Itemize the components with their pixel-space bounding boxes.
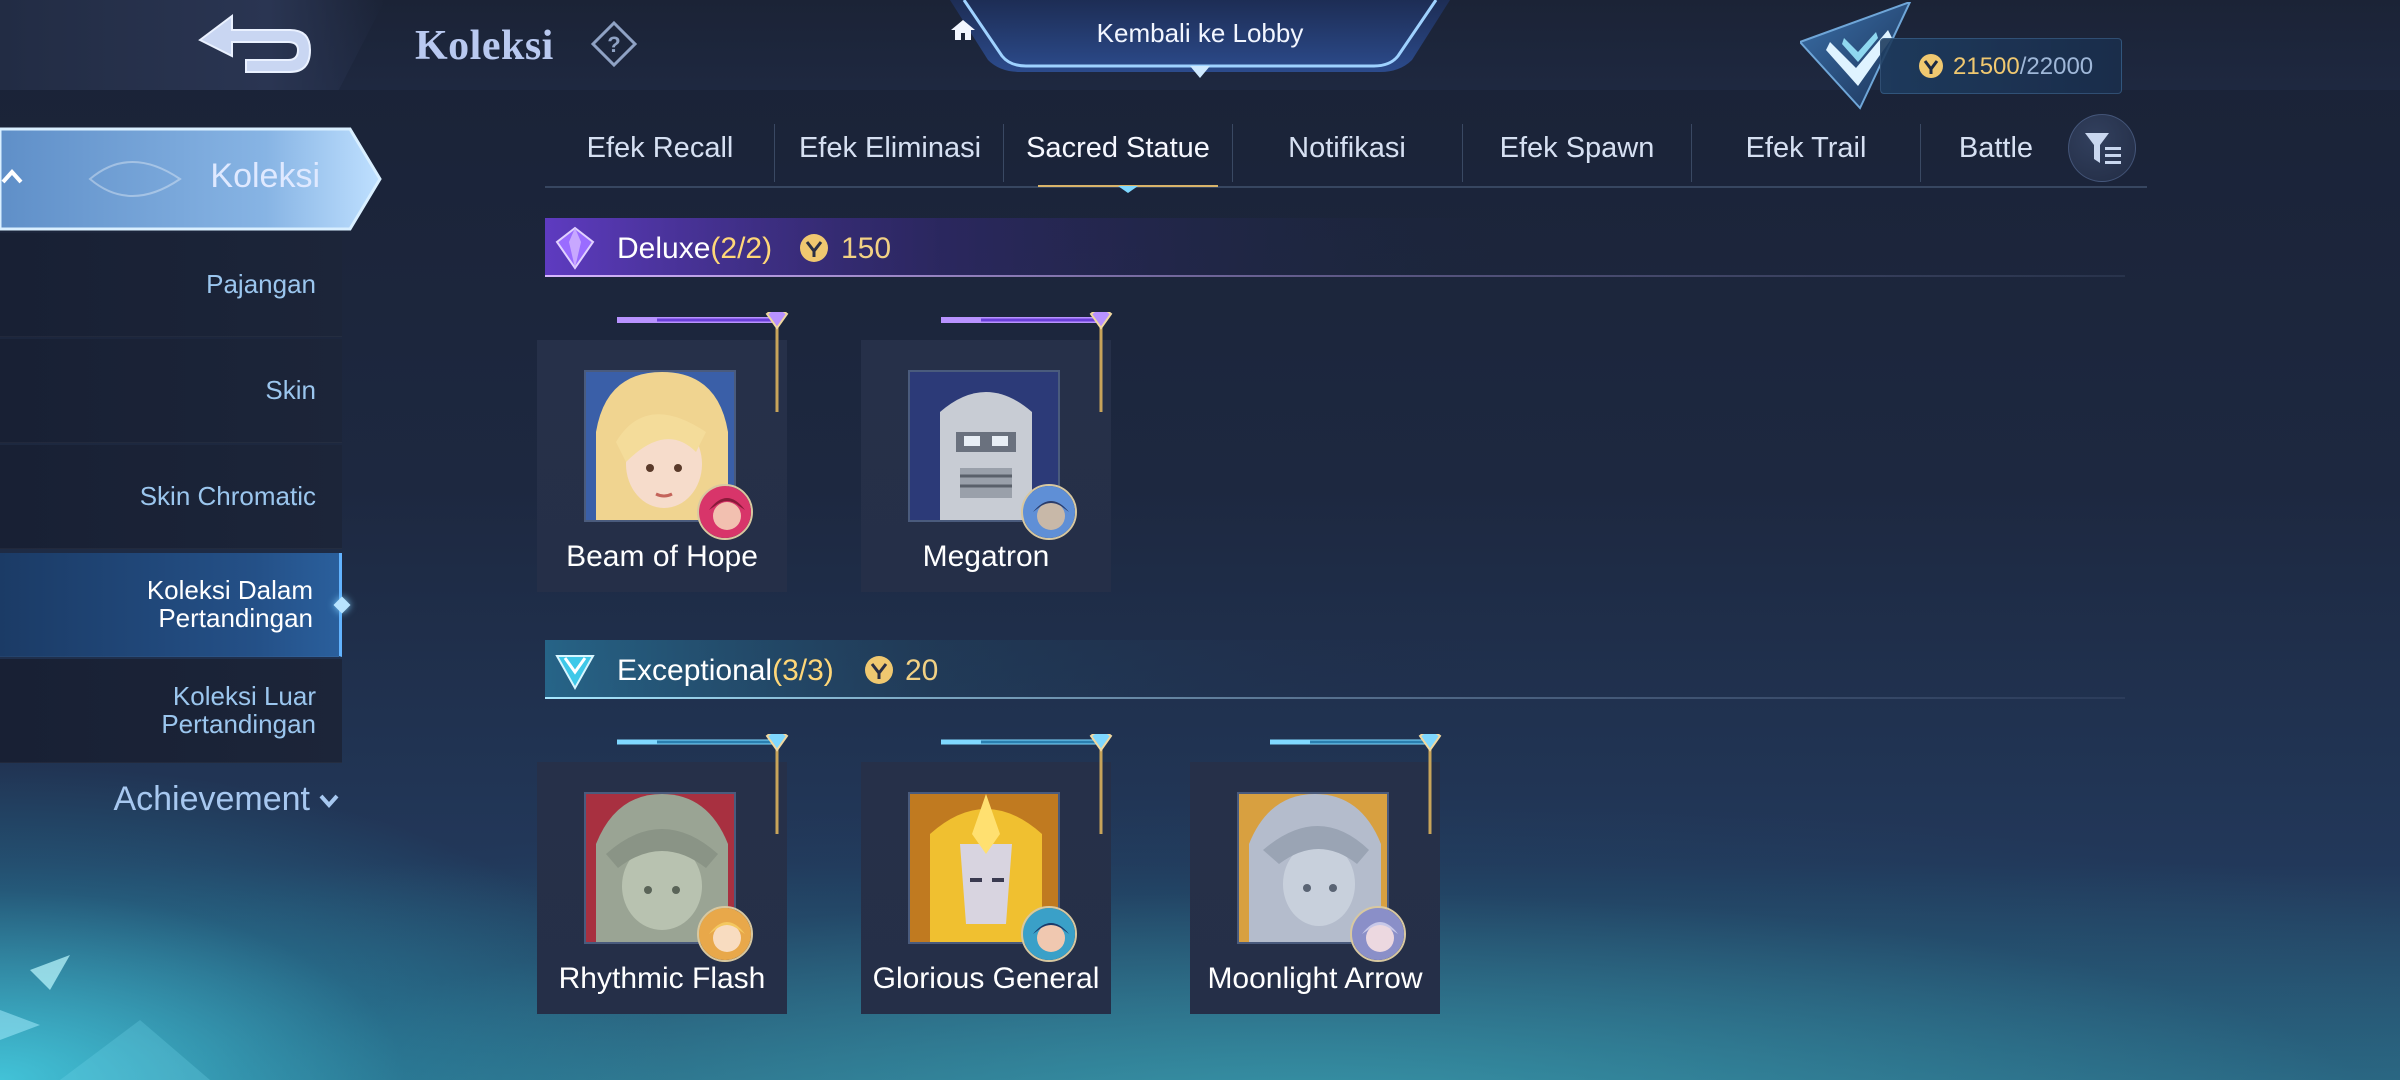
- sidebar-item-label: Pajangan: [206, 268, 316, 299]
- sidebar-main-koleksi[interactable]: Koleksi: [0, 125, 382, 233]
- currency-max: /22000: [2019, 53, 2094, 80]
- tab-efek-eliminasi[interactable]: Efek Eliminasi: [775, 120, 1005, 186]
- tab-notifikasi[interactable]: Notifikasi: [1232, 120, 1462, 186]
- hero-avatar-badge: [697, 906, 753, 962]
- sidebar-item-label: Skin: [265, 374, 316, 405]
- deluxe-gem-icon: [555, 226, 595, 270]
- sidebar-achievement[interactable]: Achievement: [0, 780, 360, 819]
- back-button[interactable]: [190, 10, 320, 80]
- tab-efek-recall[interactable]: Efek Recall: [545, 120, 775, 186]
- section-points: 20: [905, 654, 939, 687]
- sidebar-main-frame: [0, 127, 382, 231]
- coin-icon: [800, 234, 828, 262]
- sidebar-item-label: Skin Chromatic: [139, 480, 316, 511]
- sidebar-item-label-line1: Koleksi Luar: [172, 681, 316, 712]
- coin-icon: [1919, 54, 1943, 78]
- collection-card-glorious-general[interactable]: Glorious General: [861, 734, 1113, 1014]
- coin-icon: [865, 656, 893, 684]
- exceptional-gem-icon: [555, 655, 595, 691]
- sidebar-item-label-line2: Pertandingan: [158, 602, 313, 633]
- sidebar-main-label: Koleksi: [210, 157, 320, 195]
- filter-icon: [2085, 133, 2121, 164]
- collection-card-megatron[interactable]: Megatron: [861, 312, 1113, 592]
- hero-avatar-badge: [697, 484, 753, 540]
- sidebar-item-koleksi-luar-pertandingan[interactable]: Koleksi Luar Pertandingan: [0, 659, 342, 763]
- active-tab-indicator: [1038, 185, 1218, 193]
- tab-battle[interactable]: Battle: [1921, 120, 2071, 186]
- svg-text:?: ?: [607, 32, 620, 57]
- tab-efek-spawn[interactable]: Efek Spawn: [1462, 120, 1692, 186]
- chevron-down-icon: [319, 794, 339, 809]
- decorative-crystals: [0, 955, 210, 1080]
- home-icon: [951, 20, 975, 40]
- lobby-label: Kembali ke Lobby: [1096, 18, 1304, 48]
- category-tabs: Efek Recall Efek Eliminasi Sacred Statue…: [545, 120, 2147, 193]
- active-indicator-dot: [333, 596, 351, 614]
- return-to-lobby-button[interactable]: Kembali ke Lobby: [950, 0, 1450, 82]
- top-bar: Koleksi ? Kembali ke Lobby 21500/22000: [0, 0, 2400, 110]
- section-count: (2/2): [710, 232, 773, 265]
- collection-card-rhythmic-flash[interactable]: Rhythmic Flash: [537, 734, 789, 1014]
- section-name: Exceptional: [617, 654, 773, 687]
- sidebar-item-skin[interactable]: Skin: [0, 339, 342, 443]
- help-icon[interactable]: ?: [590, 20, 638, 68]
- section-points: 150: [841, 232, 892, 265]
- section-header-deluxe: Deluxe(2/2) 150: [545, 218, 2125, 278]
- section-name: Deluxe: [617, 232, 711, 265]
- collection-card-beam-of-hope[interactable]: Beam of Hope: [537, 312, 789, 592]
- back-arrow-icon: [198, 14, 312, 73]
- skin-name: Beam of Hope: [566, 540, 758, 573]
- hero-avatar-badge: [1350, 906, 1406, 962]
- currency-current: 21500: [1953, 53, 2020, 80]
- achievement-label: Achievement: [113, 780, 310, 818]
- skin-name: Glorious General: [872, 962, 1100, 995]
- section-count: (3/3): [772, 654, 834, 687]
- sidebar-item-skin-chromatic[interactable]: Skin Chromatic: [0, 445, 342, 549]
- sidebar-item-pajangan[interactable]: Pajangan: [0, 233, 342, 337]
- chevron-up-icon: [1, 169, 23, 184]
- section-header-exceptional: Exceptional(3/3) 20: [545, 640, 2125, 700]
- currency-counter: 21500/22000: [1880, 38, 2122, 94]
- page-title: Koleksi: [415, 23, 554, 69]
- collection-card-moonlight-arrow[interactable]: Moonlight Arrow: [1190, 734, 1442, 1014]
- hero-avatar-badge: [1021, 906, 1077, 962]
- sidebar-item-label-line1: Koleksi Dalam: [146, 575, 313, 606]
- skin-name: Megatron: [922, 540, 1050, 573]
- hero-avatar-badge: [1021, 484, 1077, 540]
- tab-sacred-statue[interactable]: Sacred Statue: [1003, 120, 1233, 186]
- filter-button[interactable]: [2068, 114, 2136, 182]
- sidebar-item-label-line2: Pertandingan: [161, 708, 316, 739]
- skin-name: Rhythmic Flash: [558, 962, 766, 995]
- skin-name: Moonlight Arrow: [1207, 962, 1423, 995]
- tab-efek-trail[interactable]: Efek Trail: [1691, 120, 1921, 186]
- sidebar-item-koleksi-dalam-pertandingan[interactable]: Koleksi Dalam Pertandingan: [0, 553, 351, 657]
